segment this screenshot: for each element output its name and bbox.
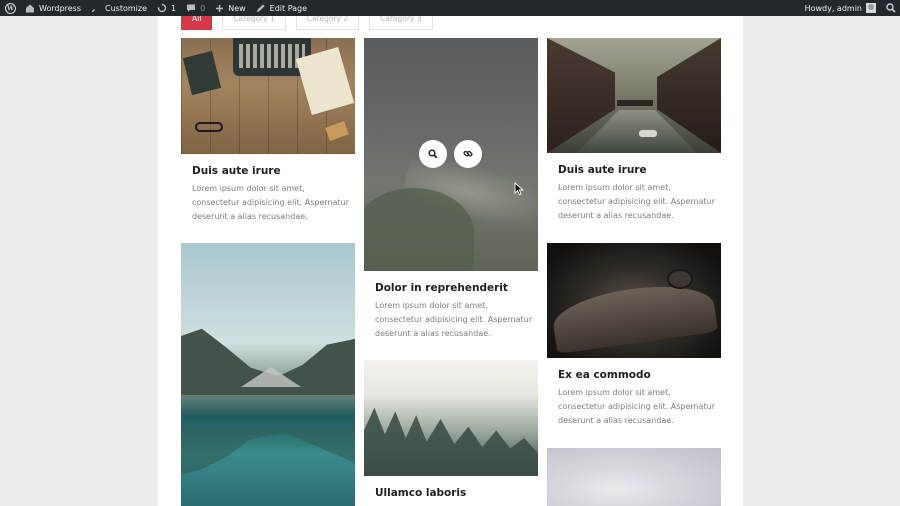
updates-menu[interactable]: 1 [152,0,181,16]
admin-bar: W Wordpress Customize 1 0 New Edit Page … [0,0,900,16]
zoom-button[interactable] [419,140,447,168]
new-label: New [228,3,246,13]
edit-page-menu[interactable]: Edit Page [251,0,312,16]
item-title[interactable]: Duis aute irure [192,165,281,177]
portfolio-image[interactable] [364,38,538,271]
account-menu[interactable]: Howdy, admin [800,0,881,16]
item-title[interactable]: Duis aute irure [558,164,647,176]
portfolio-item[interactable]: Duis aute irure Lorem ipsum dolor sit am… [547,38,721,236]
portfolio-image[interactable] [547,448,721,506]
permalink-button[interactable] [454,140,482,168]
search-icon [886,3,896,13]
portfolio-item[interactable]: Dolor in reprehenderit Lorem ipsum dolor… [364,38,538,356]
pencil-icon [256,4,265,12]
plus-icon [216,4,224,12]
portfolio-item[interactable]: Duis aute irure Lorem ipsum dolor sit am… [181,38,355,238]
portfolio-item[interactable]: Ex ea commodo Lorem ipsum dolor sit amet… [547,243,721,443]
portfolio-item[interactable] [181,243,355,506]
site-name-menu[interactable]: Wordpress [20,0,86,16]
site-name-label: Wordpress [39,3,82,13]
item-description: Lorem ipsum dolor sit amet, consectetur … [558,388,716,425]
portfolio-image[interactable] [547,38,721,153]
customize-label: Customize [105,3,148,13]
updates-icon [157,3,167,13]
customize-menu[interactable]: Customize [86,0,152,16]
portfolio-item[interactable] [547,448,721,506]
home-icon [26,4,34,12]
item-title[interactable]: Ex ea commodo [558,369,651,381]
admin-search[interactable] [881,0,900,16]
item-description: Lorem ipsum dolor sit amet, consectetur … [375,301,533,338]
brush-icon [92,4,101,12]
updates-count: 1 [171,3,177,13]
item-title[interactable]: Dolor in reprehenderit [375,282,508,294]
new-content-menu[interactable]: New [210,0,250,16]
portfolio-item[interactable]: Ullamco laboris [364,360,538,506]
item-description: Lorem ipsum dolor sit amet, consectetur … [192,184,350,221]
comment-icon [187,4,196,12]
comments-menu[interactable]: 0 [181,0,210,16]
item-description: Lorem ipsum dolor sit amet, consectetur … [558,183,716,220]
portfolio-image[interactable] [364,360,538,476]
wordpress-logo-icon[interactable]: W [0,0,20,16]
edit-page-label: Edit Page [269,3,308,13]
portfolio-image[interactable] [547,243,721,358]
comments-count: 0 [200,3,206,13]
mouse-cursor-icon [514,182,524,196]
svg-text:W: W [6,5,14,12]
portfolio-image[interactable] [181,243,355,506]
item-title[interactable]: Ullamco laboris [375,487,466,499]
howdy-label: Howdy, admin [804,3,862,13]
portfolio-image[interactable] [181,38,355,154]
search-icon [428,149,438,159]
link-icon [463,150,473,157]
avatar [866,3,876,13]
